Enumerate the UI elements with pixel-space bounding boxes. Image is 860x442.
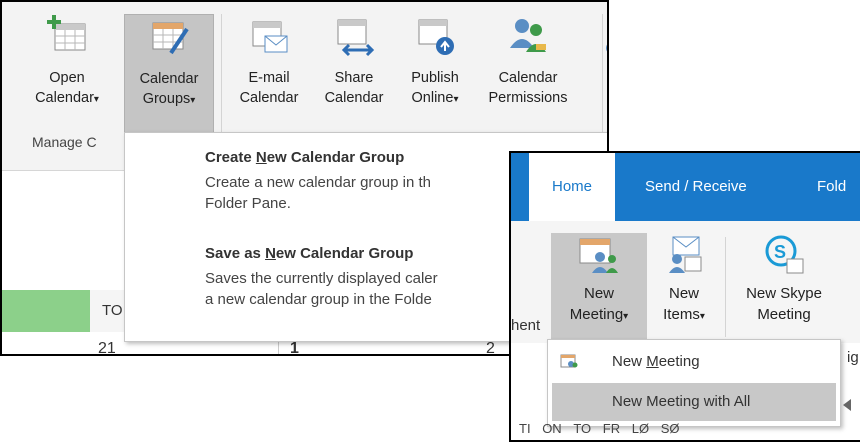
title-accesskey: N [255,149,267,166]
create-calendar-group-desc-1: Create a new calendar group in th [205,174,431,191]
share-calendar-label-2: Calendar [324,90,384,106]
save-calendar-group-title: Save as New Calendar Group [205,245,438,262]
new-items-label-1: New [668,285,699,302]
chevron-down-icon: ▾ [93,94,99,105]
open-calendar-label-1: Open [49,70,85,86]
calendar-day-number: 2 [486,340,495,356]
calendar-permissions-label-1: Calendar [498,70,558,86]
weekday-label: TI [519,421,531,436]
create-calendar-group-desc-2: Folder Pane. [205,195,291,212]
new-meeting-button[interactable]: New Meeting▾ [551,233,647,343]
calendar-groups-label-2: Groups [142,91,191,107]
save-calendar-group-item[interactable]: Save as New Calendar Group Saves the cur… [205,245,438,310]
save-calendar-group-desc-1: Saves the currently displayed caler [205,270,438,287]
email-calendar-button[interactable]: E-mail Calendar [228,14,310,108]
weekday-label: TO [573,421,592,436]
title-part: ew Calendar Group [266,149,405,166]
chevron-down-icon: ▾ [190,95,196,106]
ribbon-separator [725,237,726,337]
day-header-label: TO [102,302,123,319]
group-label: Manage C [32,134,97,150]
share-calendar-icon [337,19,375,57]
skype-icon: S [765,235,804,274]
new-items-label-2: Items [663,306,700,323]
weekday-label: FR [602,421,621,436]
publish-online-label-1: Publish [411,70,459,86]
partial-ribbon-label: ig [847,349,859,366]
new-meeting-with-all-label: New Meeting with All [612,393,751,410]
email-calendar-label-1: E-mail [248,70,290,86]
create-calendar-group-title: Create New Calendar Group [205,149,431,166]
email-calendar-label-2: Calendar [239,90,299,106]
open-calendar-button[interactable]: Open Calendar▾ [24,14,110,110]
tab-home[interactable]: Home [529,153,615,221]
collapse-arrow-icon[interactable] [843,399,851,411]
open-calendar-icon [47,15,86,51]
new-skype-label-2: Meeting [757,306,811,323]
calendar-groups-icon [152,22,189,55]
weekday-label: SØ [660,421,680,436]
new-skype-meeting-button[interactable]: S New Skype Meeting [735,235,833,325]
weekday-header: TI ON TO FR LØ SØ [511,421,860,440]
create-calendar-group-item[interactable]: Create New Calendar Group Create a new c… [205,149,431,214]
calendar-permissions-label-2: Permissions [488,90,568,106]
calendar-groups-button[interactable]: Calendar Groups▾ [124,14,214,134]
new-meeting-icon [579,238,618,273]
new-meeting-item-label: New Meeting [612,343,700,381]
label-part: eeting [658,353,700,370]
new-meeting-item[interactable]: New Meeting [552,343,836,381]
partial-people-icon [606,44,607,52]
new-skype-label-1: New Skype [746,285,822,302]
permissions-people-icon [510,19,546,52]
calendar-day-number: 21 [98,340,116,356]
share-calendar-button[interactable]: Share Calendar [314,14,394,108]
tab-folder[interactable]: Fold [817,153,846,221]
publish-online-icon [418,19,454,55]
home-ribbon-screenshot: Home Send / Receive Fold hent New Meetin… [509,151,860,442]
calendar-week-strip [2,290,90,332]
weekday-label: LØ [631,421,650,436]
new-items-icon [669,236,702,273]
calendar-groups-label-1: Calendar [139,71,199,87]
calendar-permissions-button[interactable]: Calendar Permissions [478,14,578,108]
publish-online-button[interactable]: Publish Online▾ [400,14,470,110]
chevron-down-icon: ▾ [453,94,459,105]
email-calendar-icon [252,21,288,53]
svg-text:S: S [774,242,786,262]
label-accesskey: M [646,353,659,370]
share-calendar-label-1: Share [334,70,374,86]
title-part: Save as [205,245,266,262]
new-meeting-label-1: New [583,285,614,302]
save-calendar-group-desc-2: a new calendar group in the Folde [205,291,432,308]
new-meeting-label-2: Meeting [569,306,624,323]
new-meeting-icon [560,354,578,368]
new-meeting-with-all-item[interactable]: New Meeting with All [552,383,836,421]
partial-ribbon-label: hent [511,317,541,334]
title-accesskey: N [265,245,276,262]
title-part: ew Calendar Group [275,245,414,262]
chevron-down-icon: ▾ [699,311,705,322]
new-meeting-menu: New Meeting New Meeting with All [547,339,841,427]
title-part: Create [205,149,256,166]
publish-online-label-2: Online [411,90,454,106]
open-calendar-label-2: Calendar [35,90,94,106]
label-part: New [612,353,647,370]
weekday-label: ON [542,421,562,436]
chevron-down-icon: ▾ [623,311,629,322]
new-items-button[interactable]: New Items▾ [653,235,715,327]
calendar-day-number: 1 [290,340,299,356]
tab-send-receive[interactable]: Send / Receive [645,153,747,221]
